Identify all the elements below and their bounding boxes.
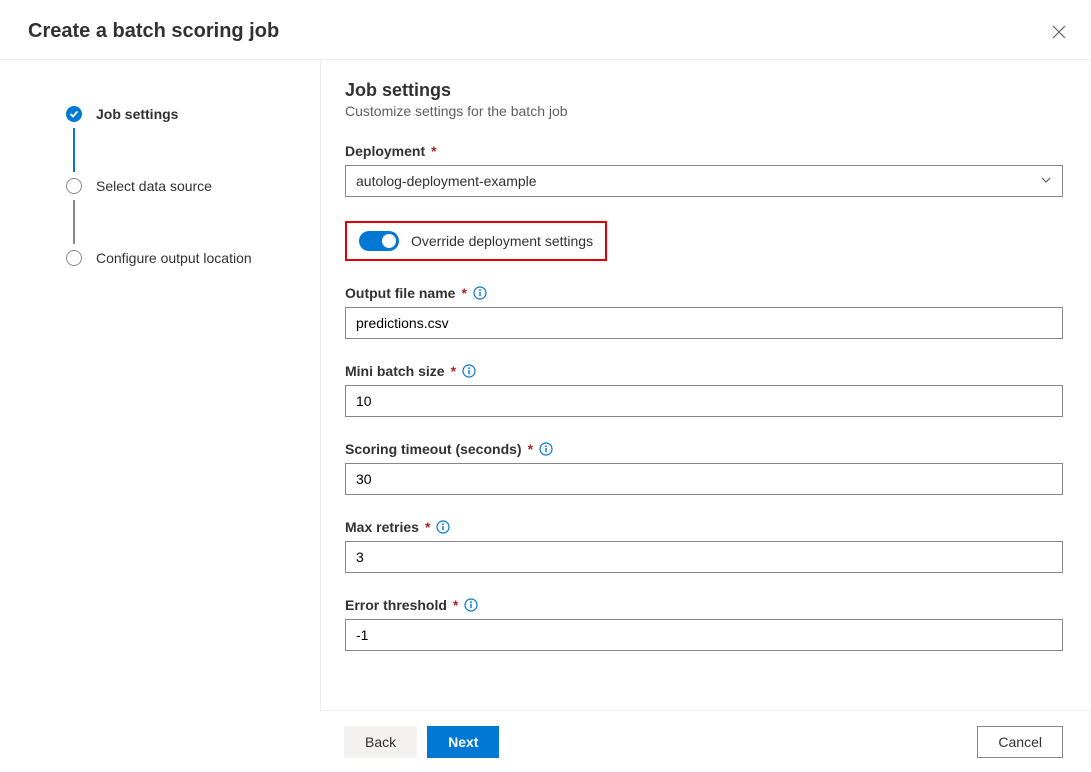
step-label: Job settings xyxy=(96,106,178,122)
back-button[interactable]: Back xyxy=(344,726,417,758)
required-asterisk: * xyxy=(461,285,466,301)
close-button[interactable] xyxy=(1051,24,1067,40)
step-connector xyxy=(73,128,75,172)
info-icon[interactable] xyxy=(464,598,478,612)
close-icon xyxy=(1052,25,1066,39)
next-button[interactable]: Next xyxy=(427,726,499,758)
error-threshold-input[interactable] xyxy=(345,619,1063,651)
error-threshold-label: Error threshold * xyxy=(345,597,1063,613)
step-bullet-active xyxy=(66,106,82,122)
wizard-footer: Back Next Cancel xyxy=(320,710,1091,772)
mini-batch-input[interactable] xyxy=(345,385,1063,417)
step-label: Select data source xyxy=(96,178,212,194)
section-subtitle: Customize settings for the batch job xyxy=(345,103,1063,119)
timeout-input[interactable] xyxy=(345,463,1063,495)
wizard-title: Create a batch scoring job xyxy=(28,20,279,43)
deployment-selected-value: autolog-deployment-example xyxy=(356,173,537,189)
info-icon[interactable] xyxy=(539,442,553,456)
label-text: Deployment xyxy=(345,143,425,159)
max-retries-label: Max retries * xyxy=(345,519,1063,535)
required-asterisk: * xyxy=(453,597,458,613)
override-deployment-settings-highlight: Override deployment settings xyxy=(345,221,607,261)
chevron-down-icon xyxy=(1040,173,1052,189)
required-asterisk: * xyxy=(528,441,533,457)
label-text: Max retries xyxy=(345,519,419,535)
step-label: Configure output location xyxy=(96,250,252,266)
required-asterisk: * xyxy=(431,143,436,159)
section-title: Job settings xyxy=(345,80,1063,101)
required-asterisk: * xyxy=(451,363,456,379)
deployment-label: Deployment * xyxy=(345,143,1063,159)
step-connector xyxy=(73,200,75,244)
output-file-input[interactable] xyxy=(345,307,1063,339)
label-text: Output file name xyxy=(345,285,455,301)
toggle-knob xyxy=(382,234,396,248)
step-select-data-source[interactable]: Select data source xyxy=(66,172,320,200)
mini-batch-label: Mini batch size * xyxy=(345,363,1063,379)
timeout-label: Scoring timeout (seconds) * xyxy=(345,441,1063,457)
label-text: Mini batch size xyxy=(345,363,445,379)
max-retries-input[interactable] xyxy=(345,541,1063,573)
required-asterisk: * xyxy=(425,519,430,535)
step-bullet xyxy=(66,178,82,194)
output-file-label: Output file name * xyxy=(345,285,1063,301)
cancel-button[interactable]: Cancel xyxy=(977,726,1063,758)
override-toggle[interactable] xyxy=(359,231,399,251)
label-text: Error threshold xyxy=(345,597,447,613)
info-icon[interactable] xyxy=(473,286,487,300)
wizard-steps-sidebar: Job settings Select data source Configur… xyxy=(0,60,320,710)
override-toggle-label: Override deployment settings xyxy=(411,233,593,249)
label-text: Scoring timeout (seconds) xyxy=(345,441,522,457)
info-icon[interactable] xyxy=(462,364,476,378)
info-icon[interactable] xyxy=(436,520,450,534)
check-icon xyxy=(69,109,79,119)
step-configure-output[interactable]: Configure output location xyxy=(66,244,320,272)
step-bullet xyxy=(66,250,82,266)
deployment-select[interactable]: autolog-deployment-example xyxy=(345,165,1063,197)
step-job-settings[interactable]: Job settings xyxy=(66,100,320,128)
main-content: Job settings Customize settings for the … xyxy=(320,60,1091,710)
